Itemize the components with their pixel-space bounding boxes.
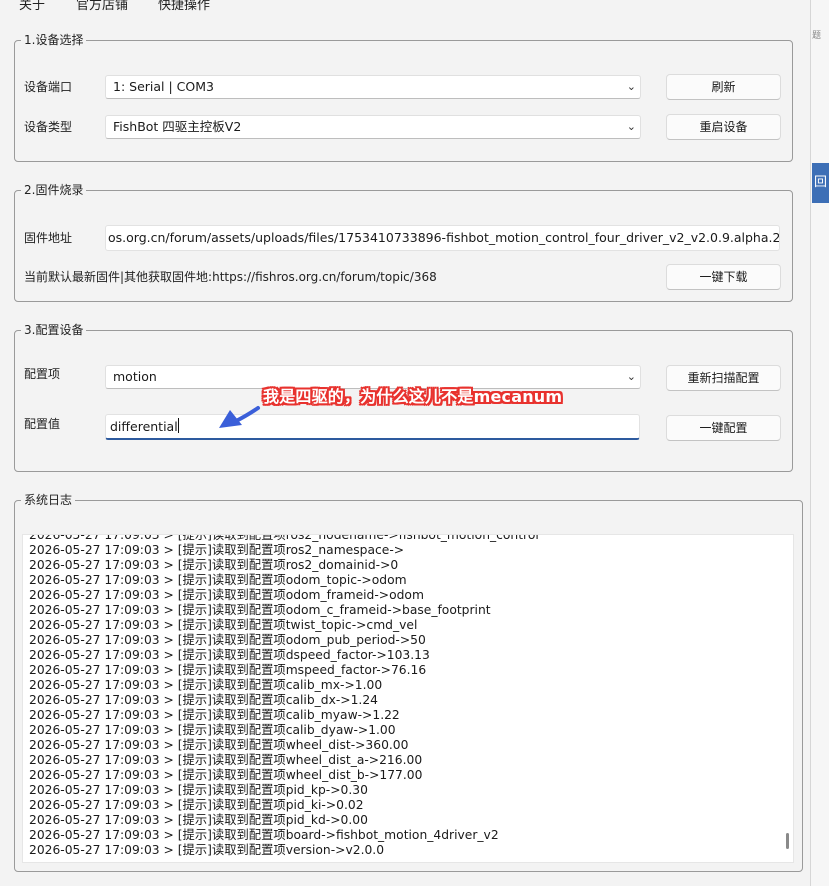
log-line: 2026-05-27 17:09:03 > [提示]读取到配置项calib_dy…	[29, 723, 396, 737]
config-title: 3.配置设备	[21, 322, 87, 338]
log-line: 2026-05-27 17:09:03 > [提示]读取到配置项wheel_di…	[29, 753, 423, 767]
log-list: 2026-05-27 17:09:03 > [提示]读取到配置项ros2_nod…	[29, 534, 539, 858]
menu-official-store[interactable]: 官方店铺	[76, 0, 128, 13]
log-line: 2026-05-27 17:09:03 > [提示]读取到配置项ros2_nod…	[29, 534, 539, 542]
config-item-value: motion	[113, 369, 157, 384]
firmware-address-value: os.org.cn/forum/assets/uploads/files/175…	[108, 230, 780, 245]
app-window: 关于 官方店铺 快捷操作 1.设备选择 设备端口 1: Serial | COM…	[0, 0, 810, 886]
rescan-config-button[interactable]: 重新扫描配置	[666, 365, 781, 391]
log-line: 2026-05-27 17:09:03 > [提示]读取到配置项wheel_di…	[29, 738, 409, 752]
restart-device-button[interactable]: 重启设备	[666, 114, 781, 140]
log-line: 2026-05-27 17:09:03 > [提示]读取到配置项calib_dx…	[29, 693, 378, 707]
log-line: 2026-05-27 17:09:03 > [提示]读取到配置项calib_mx…	[29, 678, 383, 692]
menu-bar: 关于 官方店铺 快捷操作	[0, 0, 300, 14]
firmware-address-label: 固件地址	[24, 231, 73, 245]
log-scrollbar[interactable]	[786, 833, 789, 849]
log-line: 2026-05-27 17:09:03 > [提示]读取到配置项dspeed_f…	[29, 648, 430, 662]
config-value-text: differential	[110, 419, 178, 434]
background-edge-button[interactable]: 回	[812, 163, 829, 203]
log-line: 2026-05-27 17:09:03 > [提示]读取到配置项pid_kd->…	[29, 813, 368, 827]
log-line: 2026-05-27 17:09:03 > [提示]读取到配置项odom_pub…	[29, 633, 426, 647]
log-line: 2026-05-27 17:09:03 > [提示]读取到配置项pid_ki->…	[29, 798, 364, 812]
log-line: 2026-05-27 17:09:03 > [提示]读取到配置项board->f…	[29, 828, 499, 842]
menu-quick-actions[interactable]: 快捷操作	[158, 0, 210, 13]
background-window-edge	[810, 0, 829, 886]
chevron-down-icon: ⌄	[626, 80, 636, 93]
device-select-title: 1.设备选择	[21, 32, 87, 48]
text-caret	[177, 418, 179, 433]
log-line: 2026-05-27 17:09:03 > [提示]读取到配置项calib_my…	[29, 708, 400, 722]
background-edge-text: 题	[812, 31, 822, 41]
config-value-input[interactable]: differential	[105, 414, 640, 440]
log-line: 2026-05-27 17:09:03 > [提示]读取到配置项ros2_nam…	[29, 543, 405, 557]
system-log-textarea[interactable]: 2026-05-27 17:09:03 > [提示]读取到配置项ros2_nod…	[22, 534, 794, 863]
device-type-value: FishBot 四驱主控板V2	[113, 119, 242, 134]
one-click-download-button[interactable]: 一键下载	[666, 264, 781, 290]
device-port-label: 设备端口	[24, 80, 73, 94]
log-line: 2026-05-27 17:09:03 > [提示]读取到配置项ros2_dom…	[29, 558, 399, 572]
log-line: 2026-05-27 17:09:03 > [提示]读取到配置项twist_to…	[29, 618, 418, 632]
log-line: 2026-05-27 17:09:03 > [提示]读取到配置项odom_c_f…	[29, 603, 491, 617]
log-line: 2026-05-27 17:09:03 > [提示]读取到配置项wheel_di…	[29, 768, 423, 782]
annotation-text: 我是四驱的，为什么这儿不是mecanum	[263, 387, 563, 406]
device-select-group: 1.设备选择	[14, 32, 793, 162]
chevron-down-icon: ⌄	[626, 370, 636, 383]
one-click-config-button[interactable]: 一键配置	[666, 415, 781, 441]
device-port-combo[interactable]: 1: Serial | COM3 ⌄	[105, 75, 641, 99]
firmware-address-input[interactable]: os.org.cn/forum/assets/uploads/files/175…	[105, 225, 780, 251]
log-line: 2026-05-27 17:09:03 > [提示]读取到配置项mspeed_f…	[29, 663, 427, 677]
firmware-hint: 当前默认最新固件|其他获取固件地:https://fishros.org.cn/…	[24, 270, 437, 284]
log-line: 2026-05-27 17:09:03 > [提示]读取到配置项odom_fra…	[29, 588, 424, 602]
device-type-combo[interactable]: FishBot 四驱主控板V2 ⌄	[105, 115, 641, 139]
log-line: 2026-05-27 17:09:03 > [提示]读取到配置项odom_top…	[29, 573, 407, 587]
device-port-value: 1: Serial | COM3	[113, 79, 214, 94]
refresh-button[interactable]: 刷新	[666, 74, 781, 100]
device-type-label: 设备类型	[24, 120, 73, 134]
firmware-title: 2.固件烧录	[21, 182, 87, 198]
log-line: 2026-05-27 17:09:03 > [提示]读取到配置项version-…	[29, 843, 385, 857]
menu-about[interactable]: 关于	[19, 0, 45, 13]
log-line: 2026-05-27 17:09:03 > [提示]读取到配置项pid_kp->…	[29, 783, 368, 797]
system-log-title: 系统日志	[21, 492, 76, 508]
chevron-down-icon: ⌄	[626, 120, 636, 133]
config-item-label: 配置项	[24, 367, 61, 381]
config-value-label: 配置值	[24, 417, 61, 431]
